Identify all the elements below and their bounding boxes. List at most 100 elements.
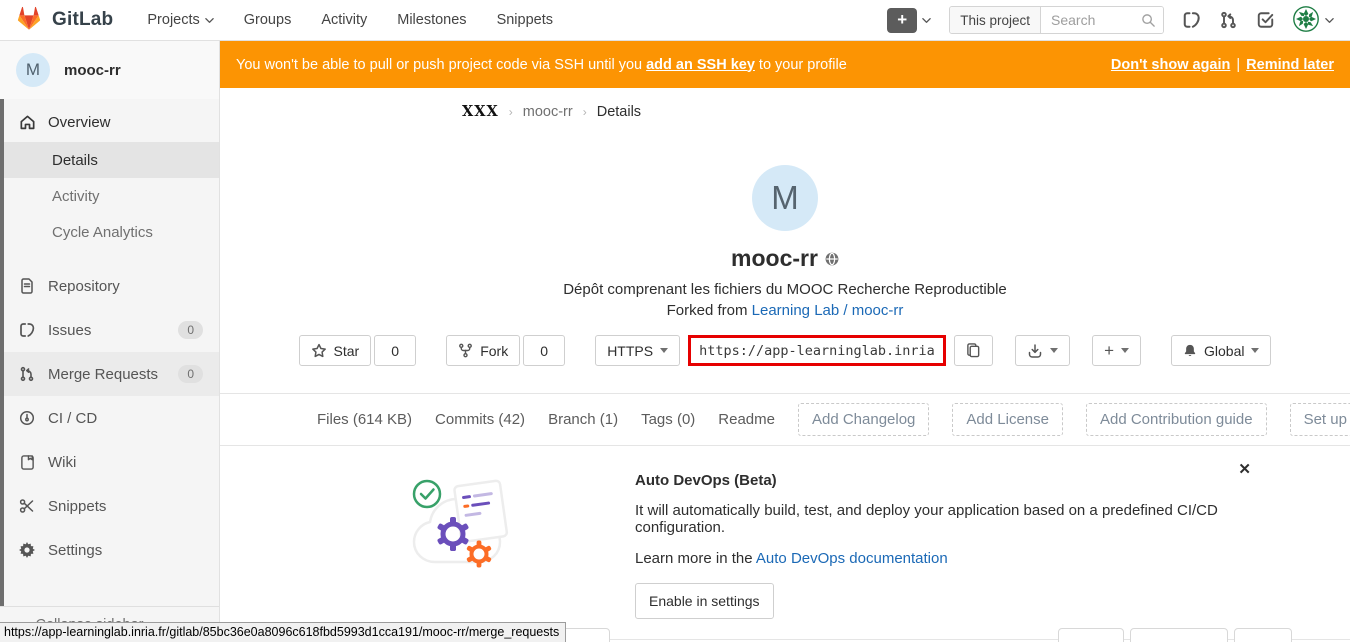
- partial-button[interactable]: [1130, 628, 1228, 642]
- breadcrumb-page[interactable]: Details: [597, 104, 641, 120]
- add-changelog-button[interactable]: Add Changelog: [798, 403, 929, 436]
- nav-groups[interactable]: Groups: [244, 12, 292, 28]
- project-title: mooc-rr: [731, 245, 818, 272]
- sidebar-item-activity[interactable]: Activity: [0, 178, 219, 214]
- devops-description: It will automatically build, test, and d…: [635, 502, 1253, 536]
- project-actions-row: Star 0 Fork 0 HTTPS: [220, 335, 1350, 366]
- merge-requests-count-badge: 0: [178, 365, 203, 383]
- partial-button[interactable]: [560, 628, 610, 642]
- chevron-down-icon: [922, 16, 931, 25]
- download-dropdown[interactable]: [1015, 335, 1070, 366]
- document-icon: [18, 277, 36, 295]
- search-scope-label[interactable]: This project: [950, 7, 1041, 33]
- user-menu[interactable]: [1293, 6, 1334, 35]
- chevron-right-icon: ›: [509, 105, 513, 119]
- star-button[interactable]: Star: [299, 335, 372, 366]
- plus-icon: +: [887, 8, 917, 33]
- caret-down-icon: [1050, 348, 1058, 353]
- breadcrumb: XXX › mooc-rr › Details: [220, 88, 1350, 135]
- todos-icon[interactable]: [1256, 11, 1275, 29]
- sidebar-item-settings[interactable]: Settings: [0, 528, 219, 572]
- nav-activity[interactable]: Activity: [321, 12, 367, 28]
- devops-title: Auto DevOps (Beta): [635, 472, 1253, 489]
- primary-nav: Projects Groups Activity Milestones Snip…: [147, 12, 553, 28]
- tanuki-logo-icon: [16, 6, 42, 34]
- project-description: Dépôt comprenant les fichiers du MOOC Re…: [220, 281, 1350, 298]
- issues-count-badge: 0: [178, 321, 203, 339]
- gitlab-wordmark: GitLab: [52, 9, 113, 31]
- gear-icon: [18, 541, 36, 559]
- sidebar-project-header[interactable]: M mooc-rr: [0, 41, 219, 99]
- project-stats-bar: Files (614 KB) Commits (42) Branch (1) T…: [220, 393, 1350, 446]
- sidebar-item-overview[interactable]: Overview: [0, 102, 219, 142]
- user-avatar: [1293, 6, 1319, 35]
- main-content: You won't be able to pull or push projec…: [220, 41, 1350, 642]
- new-item-dropdown[interactable]: +: [1092, 335, 1141, 366]
- top-navigation-bar: GitLab Projects Groups Activity Mileston…: [0, 0, 1350, 41]
- copy-url-button[interactable]: [954, 335, 993, 366]
- gauge-icon: [18, 409, 36, 427]
- devops-docs-link[interactable]: Auto DevOps documentation: [756, 550, 948, 567]
- home-icon: [18, 113, 36, 131]
- issues-icon: [18, 321, 36, 339]
- sidebar-item-cycle-analytics[interactable]: Cycle Analytics: [0, 214, 219, 250]
- project-avatar: M: [752, 165, 818, 231]
- auto-devops-callout: Auto DevOps (Beta) It will automatically…: [317, 446, 1253, 639]
- devops-illustration: [405, 462, 523, 619]
- sidebar-scroll-strip[interactable]: [0, 99, 4, 609]
- chevron-down-icon: [1325, 16, 1334, 25]
- nav-milestones[interactable]: Milestones: [397, 12, 466, 28]
- sidebar-item-details[interactable]: Details: [0, 142, 219, 178]
- chevron-right-icon: ›: [583, 105, 587, 119]
- partial-button[interactable]: [1058, 628, 1124, 642]
- remind-later-link[interactable]: Remind later: [1246, 57, 1334, 73]
- caret-down-icon: [1121, 348, 1129, 353]
- search-icon: [1141, 13, 1156, 31]
- project-sidebar: M mooc-rr Overview Details Activity Cycl…: [0, 41, 220, 642]
- fork-button[interactable]: Fork: [446, 335, 520, 366]
- nav-snippets[interactable]: Snippets: [497, 12, 553, 28]
- dont-show-again-link[interactable]: Don't show again: [1111, 57, 1230, 73]
- browser-status-tooltip: https://app-learninglab.inria.fr/gitlab/…: [0, 622, 566, 642]
- sidebar-project-name: mooc-rr: [64, 62, 121, 79]
- chevron-down-icon: [205, 16, 214, 25]
- partial-button[interactable]: [1234, 628, 1292, 642]
- branch-link[interactable]: Branch (1): [548, 411, 618, 428]
- set-up-ci-cd-button[interactable]: Set up CI/CD: [1290, 403, 1350, 436]
- clone-url-input[interactable]: [688, 335, 946, 366]
- add-ssh-key-link[interactable]: add an SSH key: [646, 57, 755, 73]
- issues-icon[interactable]: [1182, 11, 1201, 29]
- merge-requests-icon[interactable]: [1219, 11, 1238, 29]
- gitlab-logo[interactable]: GitLab: [16, 6, 113, 34]
- sidebar-item-merge-requests[interactable]: Merge Requests 0: [0, 352, 219, 396]
- enable-in-settings-button[interactable]: Enable in settings: [635, 583, 774, 619]
- star-count[interactable]: 0: [374, 335, 416, 366]
- public-globe-icon: [825, 245, 839, 272]
- sidebar-item-wiki[interactable]: Wiki: [0, 440, 219, 484]
- breadcrumb-group[interactable]: XXX: [462, 103, 499, 120]
- commits-link[interactable]: Commits (42): [435, 411, 525, 428]
- nav-projects[interactable]: Projects: [147, 12, 213, 28]
- add-contribution-guide-button[interactable]: Add Contribution guide: [1086, 403, 1267, 436]
- sidebar-item-issues[interactable]: Issues 0: [0, 308, 219, 352]
- sidebar-item-snippets[interactable]: Snippets: [0, 484, 219, 528]
- protocol-dropdown[interactable]: HTTPS: [595, 335, 680, 366]
- new-menu-button[interactable]: +: [887, 8, 931, 33]
- files-link[interactable]: Files (614 KB): [317, 411, 412, 428]
- fork-count[interactable]: 0: [523, 335, 565, 366]
- ssh-warning-banner: You won't be able to pull or push projec…: [220, 41, 1350, 88]
- merge-requests-icon: [18, 365, 36, 383]
- banner-text: You won't be able to pull or push projec…: [236, 57, 646, 73]
- sidebar-item-repository[interactable]: Repository: [0, 264, 219, 308]
- close-icon[interactable]: ✕: [1238, 462, 1251, 477]
- forked-from-link[interactable]: Learning Lab / mooc-rr: [752, 302, 904, 319]
- forked-from-text: Forked from: [667, 302, 752, 319]
- search-group: This project: [949, 6, 1164, 34]
- readme-link[interactable]: Readme: [718, 411, 775, 428]
- tags-link[interactable]: Tags (0): [641, 411, 695, 428]
- add-license-button[interactable]: Add License: [952, 403, 1063, 436]
- breadcrumb-project[interactable]: mooc-rr: [523, 104, 573, 120]
- notifications-dropdown[interactable]: Global: [1171, 335, 1271, 366]
- project-avatar-small: M: [16, 53, 50, 87]
- sidebar-item-ci-cd[interactable]: CI / CD: [0, 396, 219, 440]
